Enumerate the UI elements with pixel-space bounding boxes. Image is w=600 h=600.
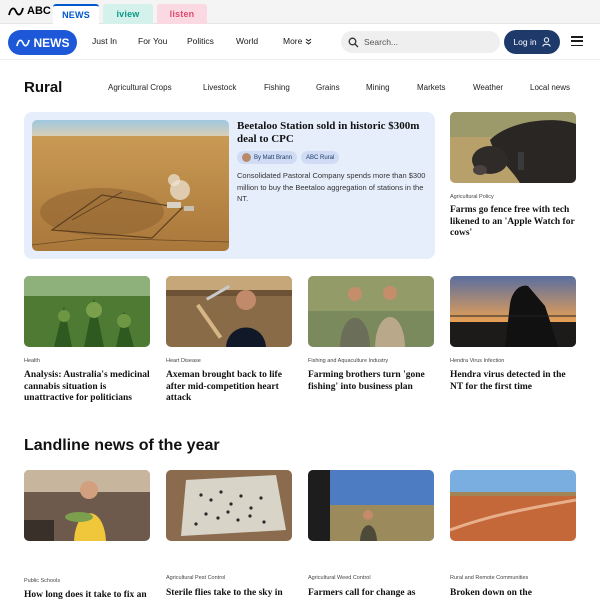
story-tag[interactable]: Hendra Virus Infection [450,358,504,364]
story-headline[interactable]: Farming brothers turn 'gone fishing' int… [308,370,436,393]
story-image-school[interactable] [24,470,150,541]
search-box[interactable] [341,31,500,53]
story-image-horse[interactable] [450,276,576,347]
story-image-outback[interactable] [450,470,576,541]
subnav-markets[interactable]: Markets [417,83,445,92]
abc-news-logo[interactable]: NEWS [8,30,77,55]
author-chip[interactable]: By Matt Brann [237,151,298,164]
abc-logo[interactable]: ABC [8,5,51,17]
login-label: Log in [513,37,537,47]
landline-section-title: Landline news of the year [24,437,220,454]
subnav-local-news[interactable]: Local news [530,83,570,92]
side-story-tag[interactable]: Agricultural Policy [450,194,494,200]
main-header: NEWS Just In For You Politics World More… [0,24,600,60]
story-headline[interactable]: Farmers call for change as [308,588,436,600]
story-tag[interactable]: Public Schools [24,578,60,584]
nav-more-label: More [283,36,303,46]
feature-image[interactable] [32,120,229,251]
topic-label: ABC Rural [306,154,335,161]
story-headline[interactable]: Axeman brought back to life after mid-co… [166,370,294,405]
side-story-headline[interactable]: Farms go fence free with tech likened to… [450,205,580,240]
story-tag[interactable]: Health [24,358,40,364]
search-icon [348,37,359,47]
story-image-weeds[interactable] [308,470,434,541]
network-tab-news[interactable]: NEWS [53,4,99,24]
network-tab-listen[interactable]: listen [157,4,207,24]
nav-for-you[interactable]: For You [138,36,167,46]
news-logo-text: NEWS [33,35,70,50]
double-chevron-down-icon [306,38,312,45]
login-button[interactable]: Log in [504,30,560,54]
story-tag[interactable]: Agricultural Weed Control [308,575,371,581]
abc-wave-icon [8,7,24,15]
subnav-weather[interactable]: Weather [473,83,503,92]
story-headline[interactable]: How long does it take to fix an [24,590,152,600]
nav-more[interactable]: More [283,36,312,46]
story-tag[interactable]: Heart Disease [166,358,201,364]
abc-brand-text: ABC [27,5,51,17]
nav-politics[interactable]: Politics [187,36,214,46]
author-avatar [242,153,251,162]
subnav-mining[interactable]: Mining [366,83,390,92]
hamburger-menu-icon[interactable] [571,36,583,46]
search-input[interactable] [364,37,484,47]
section-title: Rural [24,79,63,96]
story-image-cannabis[interactable] [24,276,150,347]
subnav-grains[interactable]: Grains [316,83,340,92]
story-tag[interactable]: Rural and Remote Communities [450,575,528,581]
story-tag[interactable]: Agricultural Pest Control [166,575,225,581]
network-tab-iview[interactable]: iview [103,4,153,24]
story-image-flies[interactable] [166,470,292,541]
subnav-fishing[interactable]: Fishing [264,83,290,92]
story-headline[interactable]: Analysis: Australia's medicinal cannabis… [24,370,152,405]
story-headline[interactable]: Broken down on the [450,588,578,600]
story-image-axeman[interactable] [166,276,292,347]
feature-story-card[interactable]: Beetaloo Station sold in historic $300m … [24,112,435,259]
story-image-brothers[interactable] [308,276,434,347]
subnav-livestock[interactable]: Livestock [203,83,236,92]
topic-chip[interactable]: ABC Rural [301,151,340,164]
author-name: By Matt Brann [254,154,293,161]
nav-world[interactable]: World [236,36,258,46]
feature-headline[interactable]: Beetaloo Station sold in historic $300m … [237,120,427,146]
feature-description: Consolidated Pastoral Company spends mor… [237,171,426,203]
nav-just-in[interactable]: Just In [92,36,117,46]
side-story-image[interactable] [450,112,576,183]
story-tag[interactable]: Fishing and Aquaculture Industry [308,358,388,364]
user-icon [541,37,551,47]
subnav-agricultural-crops[interactable]: Agricultural Crops [108,83,172,92]
abc-wave-icon [15,39,30,46]
network-bar: ABC NEWS iview listen [0,0,600,24]
story-headline[interactable]: Sterile flies take to the sky in [166,588,294,600]
story-headline[interactable]: Hendra virus detected in the NT for the … [450,370,578,393]
